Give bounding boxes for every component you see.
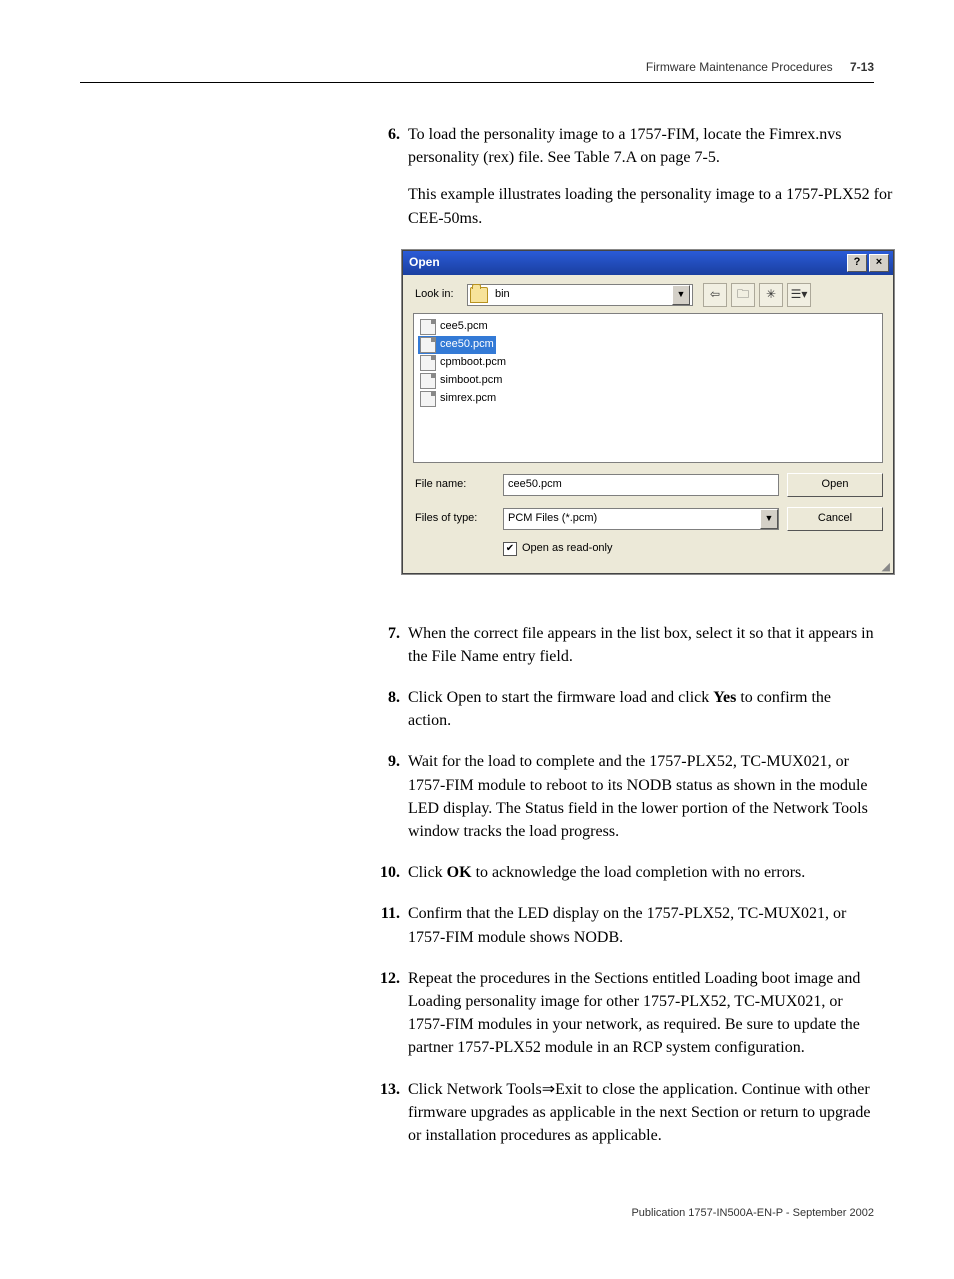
help-button[interactable]: ? (847, 254, 867, 272)
step-number: 10. (370, 861, 408, 884)
step-text: Confirm that the LED display on the 1757… (408, 902, 874, 948)
step-number: 7. (370, 622, 408, 668)
file-item[interactable]: simrex.pcm (418, 390, 498, 408)
lookin-label: Look in: (415, 287, 467, 303)
dialog-titlebar[interactable]: Open ? × (403, 251, 893, 275)
up-folder-button[interactable]: 🗀 (731, 283, 755, 307)
step-subtext: This example illustrates loading the per… (408, 183, 894, 229)
step-text: Click OK to acknowledge the load complet… (408, 861, 874, 884)
page-footer: Publication 1757-IN500A-EN-P - September… (80, 1207, 874, 1219)
resize-grip-icon[interactable]: ◢ (403, 563, 893, 573)
cancel-button[interactable]: Cancel (787, 507, 883, 531)
back-button[interactable]: ⇦ (703, 283, 727, 307)
lookin-value: bin (492, 287, 672, 303)
file-icon (420, 373, 436, 389)
file-item[interactable]: cpmboot.pcm (418, 354, 508, 372)
step-text: Click Open to start the firmware load an… (408, 686, 874, 732)
open-button[interactable]: Open (787, 473, 883, 497)
step-text: Repeat the procedures in the Sections en… (408, 967, 874, 1060)
view-menu-button[interactable]: ☰▾ (787, 283, 811, 307)
readonly-checkbox[interactable]: ✔ (503, 542, 517, 556)
file-item[interactable]: simboot.pcm (418, 372, 504, 390)
header-section: Firmware Maintenance Procedures (646, 60, 833, 74)
filename-label: File name: (415, 477, 495, 493)
file-icon (420, 355, 436, 371)
new-folder-button[interactable]: ✳ (759, 283, 783, 307)
file-icon (420, 319, 436, 335)
page-header: Firmware Maintenance Procedures 7-13 (80, 60, 874, 83)
step-text: When the correct file appears in the lis… (408, 622, 874, 668)
chevron-down-icon[interactable]: ▼ (672, 285, 690, 305)
folder-icon (470, 287, 488, 303)
dialog-title: Open (409, 254, 845, 271)
header-pagenum: 7-13 (850, 60, 874, 74)
chevron-down-icon[interactable]: ▼ (760, 509, 778, 529)
open-file-dialog: Open ? × Look in: bin ▼ (402, 250, 894, 574)
file-icon (420, 391, 436, 407)
file-icon (420, 337, 436, 353)
step-number: 12. (370, 967, 408, 1060)
lookin-dropdown[interactable]: bin ▼ (467, 284, 693, 306)
file-item[interactable]: cee5.pcm (418, 318, 490, 336)
step-number: 11. (370, 902, 408, 948)
readonly-label: Open as read-only (522, 541, 613, 557)
filetype-label: Files of type: (415, 511, 495, 527)
filetype-dropdown[interactable]: PCM Files (*.pcm) ▼ (503, 508, 779, 530)
step-number: 13. (370, 1078, 408, 1148)
step-text: To load the personality image to a 1757-… (408, 126, 841, 166)
step-number: 9. (370, 750, 408, 843)
step-text: Wait for the load to complete and the 17… (408, 750, 874, 843)
close-button[interactable]: × (869, 254, 889, 272)
file-item[interactable]: cee50.pcm (418, 336, 496, 354)
file-list-pane[interactable]: cee5.pcm cee50.pcm cpmboot.pcm simboot.p… (413, 313, 883, 463)
step-text: Click Network Tools⇒Exit to close the ap… (408, 1078, 874, 1148)
filename-input[interactable]: cee50.pcm (503, 474, 779, 496)
step-number: 8. (370, 686, 408, 732)
